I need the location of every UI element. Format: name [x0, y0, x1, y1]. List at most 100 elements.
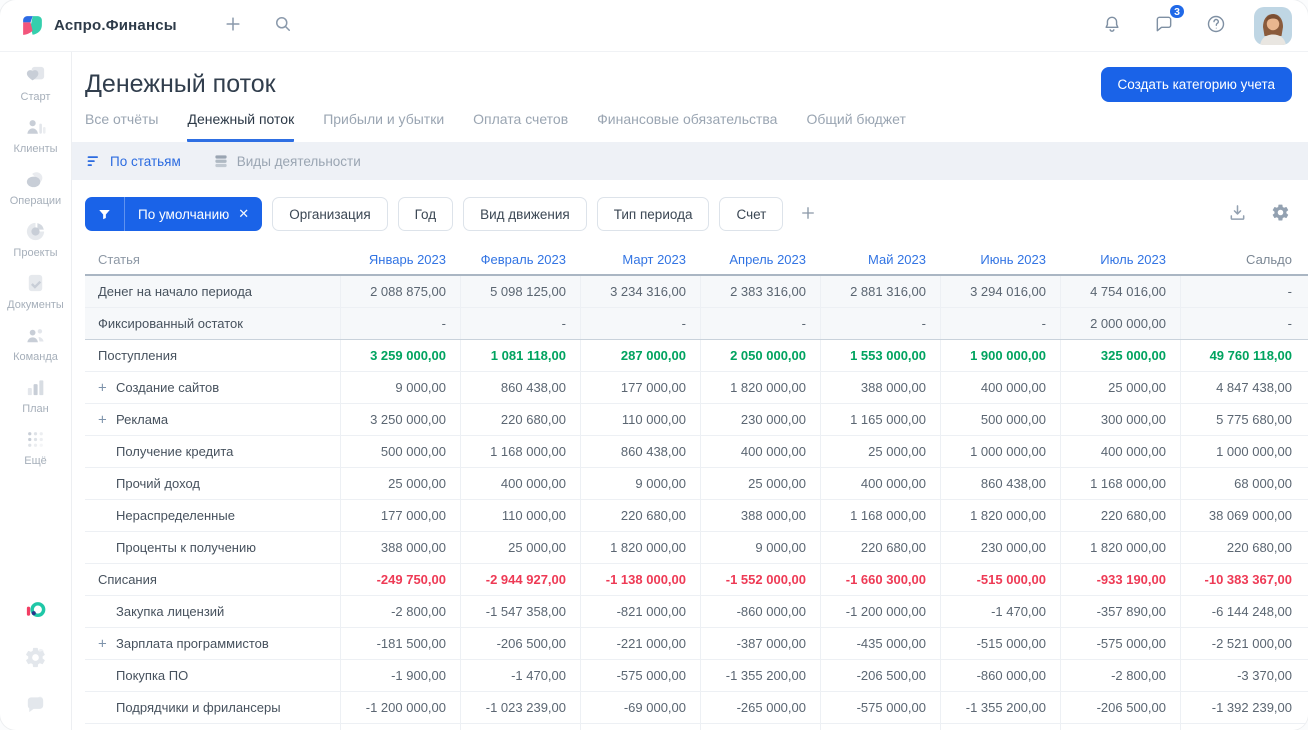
- view-tab-0[interactable]: По статьям: [86, 153, 181, 169]
- month-value: 1 081 118,00: [460, 340, 580, 371]
- row-label[interactable]: Закупка лицензий: [85, 596, 340, 627]
- row-label[interactable]: Покупка ПО: [85, 660, 340, 691]
- active-filter-pill[interactable]: По умолчанию ✕: [85, 197, 263, 231]
- month-value: 1 553 000,00: [820, 340, 940, 371]
- filter-chip-0[interactable]: Организация: [272, 197, 388, 231]
- month-value: 300 000,00: [1060, 404, 1180, 435]
- sidebar-item-plan[interactable]: План: [7, 376, 64, 415]
- support-chat-icon[interactable]: [24, 693, 47, 716]
- row-label-text: Реклама: [116, 412, 169, 427]
- row-label[interactable]: + Создание сайтов: [85, 372, 340, 403]
- notifications-button[interactable]: [1098, 10, 1126, 41]
- month-value: 110 000,00: [580, 404, 700, 435]
- start-icon: [24, 64, 47, 87]
- saldo-value: -3 370,00: [1180, 660, 1308, 691]
- month-value: -1 355 200,00: [940, 692, 1060, 723]
- column-header-month-3[interactable]: Апрель 2023: [700, 245, 820, 274]
- filter-chip-1[interactable]: Год: [397, 197, 454, 231]
- quick-add-button[interactable]: [219, 10, 247, 41]
- month-value: -1 200 000,00: [340, 692, 460, 723]
- sidebar-item-team[interactable]: Команда: [7, 324, 64, 363]
- expand-icon[interactable]: +: [98, 412, 107, 427]
- settings-icon[interactable]: [24, 646, 47, 669]
- month-value: -2 800,00: [1060, 660, 1180, 691]
- view-tab-label: По статьям: [110, 153, 181, 169]
- saldo-value: -2 521 000,00: [1180, 628, 1308, 659]
- report-tab-2[interactable]: Прибыли и убытки: [323, 111, 444, 142]
- sidebar-item-operations[interactable]: Операции: [7, 168, 64, 207]
- sidebar-item-projects[interactable]: Проекты: [7, 220, 64, 259]
- row-label[interactable]: + Реклама: [85, 404, 340, 435]
- table-row: Нераспределенные 177 000,00 110 000,00 220 …: [85, 500, 1308, 532]
- month-value: -1 470,00: [940, 596, 1060, 627]
- report-tab-5[interactable]: Общий бюджет: [806, 111, 905, 142]
- report-tab-0[interactable]: Все отчёты: [85, 111, 158, 142]
- expand-icon[interactable]: +: [98, 380, 107, 395]
- table-settings-button[interactable]: [1269, 201, 1292, 227]
- table-row: Закупка лицензий -2 800,00 -1 547 358,00 -8…: [85, 596, 1308, 628]
- row-label[interactable]: Списания: [85, 564, 340, 595]
- row-label[interactable]: Нераспределенные: [85, 500, 340, 531]
- report-tab-1[interactable]: Денежный поток: [187, 111, 295, 142]
- view-tab-1[interactable]: Виды деятельности: [213, 153, 361, 169]
- row-label[interactable]: Поступления: [85, 340, 340, 371]
- month-value: -860 000,00: [700, 724, 820, 730]
- active-filter-label: По умолчанию: [138, 206, 230, 222]
- help-button[interactable]: [1202, 10, 1230, 41]
- filter-chip-4[interactable]: Счет: [719, 197, 784, 231]
- sidebar-item-more[interactable]: Ещё: [7, 428, 64, 467]
- month-value: -1 023 239,00: [460, 692, 580, 723]
- search-button[interactable]: [269, 10, 297, 41]
- user-avatar[interactable]: [1254, 6, 1292, 45]
- saldo-value: 5 775 680,00: [1180, 404, 1308, 435]
- row-label-text: Покупка ПО: [116, 668, 189, 683]
- row-label[interactable]: +Зарплата программистов: [85, 628, 340, 659]
- export-button[interactable]: [1226, 201, 1249, 227]
- create-category-button[interactable]: Создать категорию учета: [1100, 67, 1292, 102]
- expand-icon[interactable]: +: [98, 636, 107, 651]
- row-label[interactable]: Проценты к получению: [85, 532, 340, 563]
- report-tab-4[interactable]: Финансовые обязательства: [597, 111, 777, 142]
- saldo-value: -1 392 239,00: [1180, 692, 1308, 723]
- month-value: -1 355 200,00: [700, 660, 820, 691]
- row-label[interactable]: Денег на начало периода: [85, 276, 340, 307]
- month-value: -575 000,00: [1060, 628, 1180, 659]
- plan-icon: [24, 376, 47, 399]
- column-header-month-5[interactable]: Июнь 2023: [940, 245, 1060, 274]
- column-header-month-4[interactable]: Май 2023: [820, 245, 940, 274]
- saldo-value: 38 069 000,00: [1180, 500, 1308, 531]
- sidebar-item-documents[interactable]: Документы: [7, 272, 64, 311]
- content: По умолчанию ✕ Организация Год Вид движени…: [72, 180, 1308, 730]
- month-value: -357 890,00: [1060, 596, 1180, 627]
- month-value: 25 000,00: [340, 468, 460, 499]
- sidebar-item-clients[interactable]: Клиенты: [7, 116, 64, 155]
- month-value: 287 000,00: [580, 340, 700, 371]
- sidebar-item-label: План: [22, 403, 49, 415]
- filter-chip-3[interactable]: Тип периода: [596, 197, 710, 231]
- clear-filter-icon[interactable]: ✕: [238, 206, 249, 222]
- row-label[interactable]: Прочий доход: [85, 468, 340, 499]
- column-header-month-0[interactable]: Январь 2023: [340, 245, 460, 274]
- stack-icon: [213, 153, 229, 169]
- table-row: Списания -249 750,00 -2 944 927,00 -1 138 0…: [85, 564, 1308, 596]
- sidebar-item-start[interactable]: Старт: [7, 64, 64, 103]
- add-filter-button[interactable]: [795, 200, 821, 229]
- messages-button[interactable]: 3: [1150, 3, 1186, 41]
- month-value: 3 250 000,00: [340, 404, 460, 435]
- row-label[interactable]: Получение кредита: [85, 436, 340, 467]
- row-label[interactable]: +Зарплата программистов: [85, 724, 340, 730]
- month-value: -1 660 300,00: [820, 564, 940, 595]
- row-label[interactable]: Фиксированный остаток: [85, 308, 340, 339]
- month-value: 400 000,00: [460, 468, 580, 499]
- filter-chip-2[interactable]: Вид движения: [463, 197, 587, 231]
- filter-chips: Организация Год Вид движения Тип периода Сче…: [272, 197, 784, 231]
- month-value: 860 438,00: [580, 436, 700, 467]
- column-header-month-2[interactable]: Март 2023: [580, 245, 700, 274]
- column-header-month-6[interactable]: Июль 2023: [1060, 245, 1180, 274]
- report-tab-3[interactable]: Оплата счетов: [473, 111, 568, 142]
- team-icon: [24, 324, 47, 347]
- row-label[interactable]: Подрядчики и фрилансеры: [85, 692, 340, 723]
- aspro-logo-icon[interactable]: [24, 599, 47, 622]
- month-value: 220 680,00: [460, 404, 580, 435]
- column-header-month-1[interactable]: Февраль 2023: [460, 245, 580, 274]
